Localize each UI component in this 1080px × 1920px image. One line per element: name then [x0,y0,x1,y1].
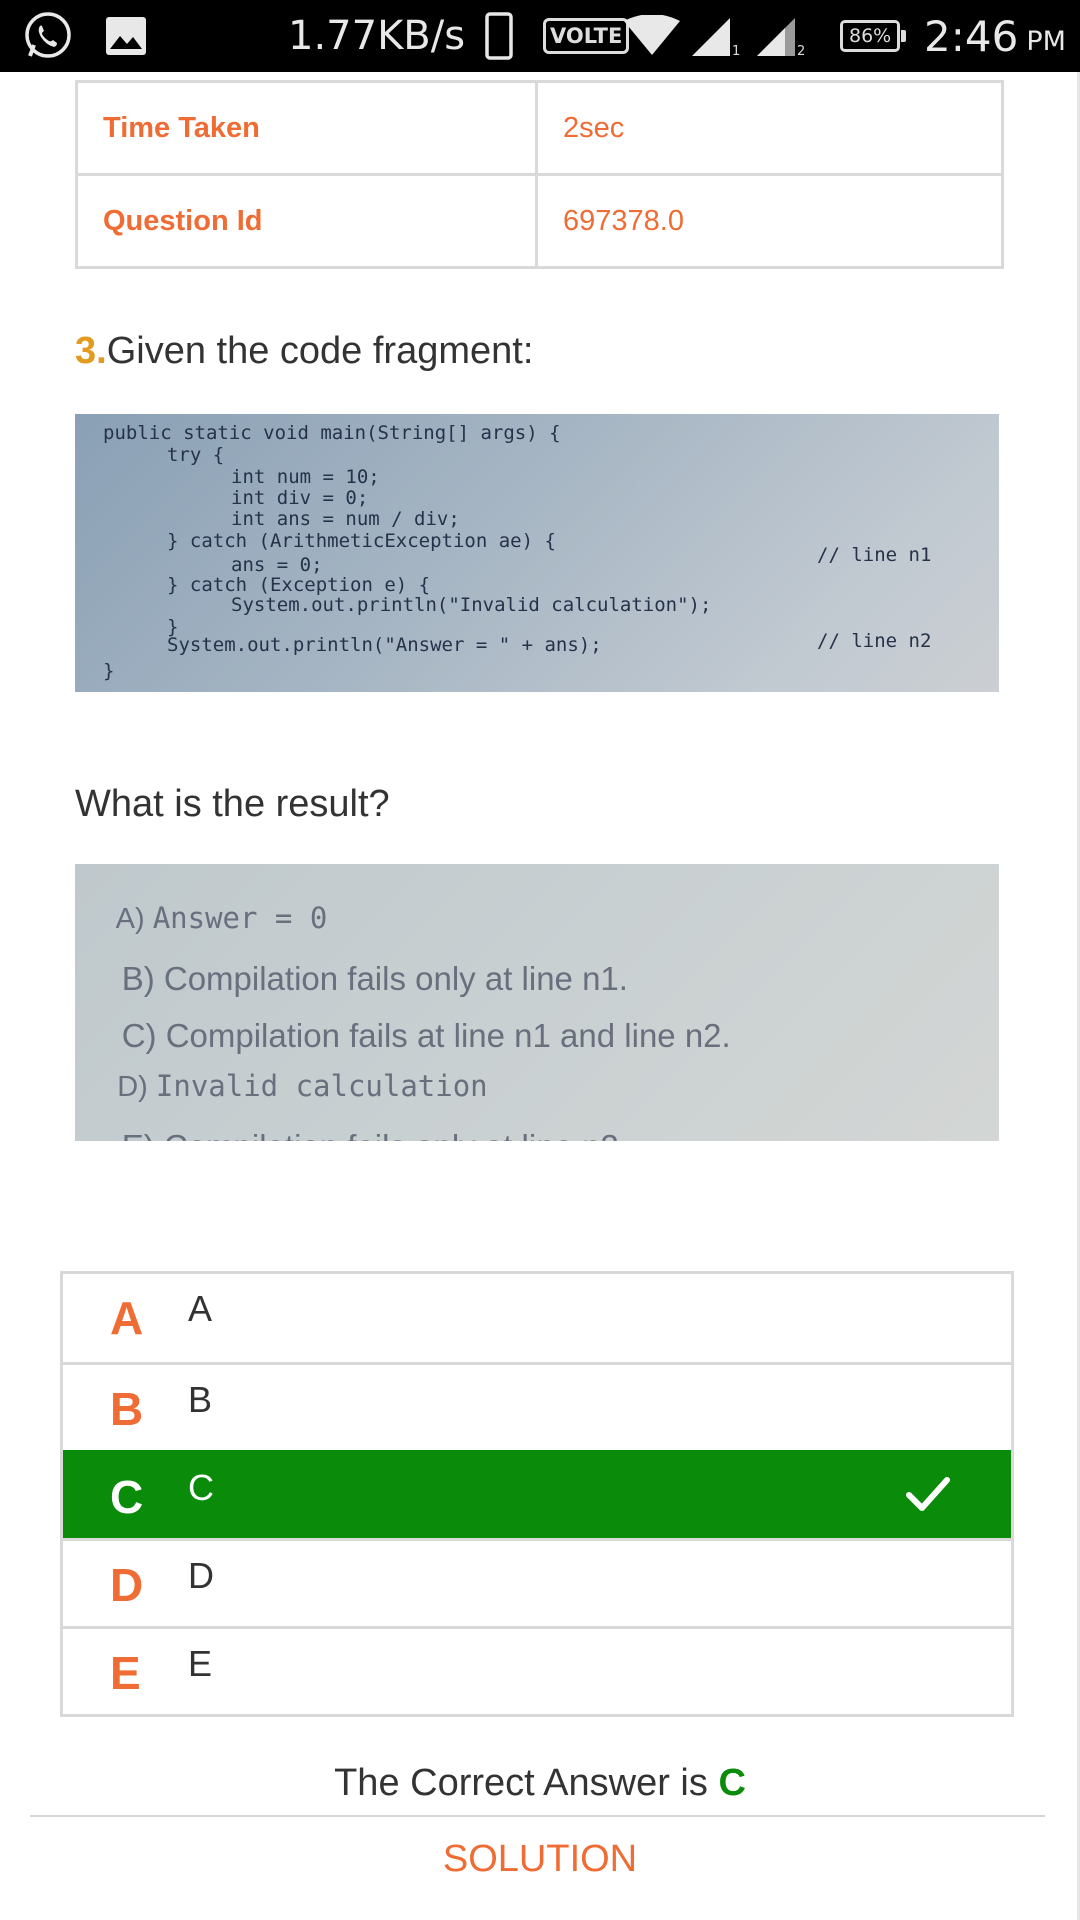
choice-e[interactable]: E E [63,1626,1011,1714]
code-line: int div = 0; [231,487,369,509]
signal-sim2-icon: 2 [755,0,805,72]
choice-letter: A [110,1292,144,1344]
whatsapp-icon [22,0,74,72]
code-line: ans = 0; [231,554,323,576]
info-value: 2sec [563,111,625,144]
question-info-table: Time Taken 2sec Question Id 697378.0 [75,80,1004,269]
network-speed: 1.77KB/s [288,13,466,59]
choice-text: A [188,1288,213,1329]
checkmark-icon [906,1477,950,1511]
solution-button[interactable]: SOLUTION [0,1838,1080,1881]
code-line: try { [167,444,225,466]
code-line: System.out.println("Answer = " + ans); [167,634,602,656]
battery-indicator: 86% [840,20,907,52]
code-line: } catch (Exception e) { [167,574,431,596]
clock: 2:46 PM [924,0,1066,72]
gallery-icon [105,0,147,72]
volte-badge: VOLTE [543,18,630,54]
table-row: Time Taken 2sec [78,80,1001,173]
status-bar: 1.77KB/s VOLTE 1 2 86% 2:46 PM [0,0,1080,72]
choice-letter: E [110,1647,141,1699]
choice-text: B [188,1379,213,1420]
question-title: 3.Given the code fragment: [75,330,533,373]
question-prompt: What is the result? [75,783,390,825]
divider [30,1815,1045,1817]
choice-text: C [188,1467,214,1508]
code-line: // line n1 [817,544,932,566]
choice-text: E [188,1643,213,1684]
signal-sim1-icon: 1 [690,0,740,72]
code-line: // line n2 [817,630,932,652]
code-line: int ans = num / div; [231,508,460,530]
choice-letter: C [110,1471,144,1523]
options-image: A) Answer = 0 B) Compilation fails only … [75,864,999,1141]
code-line: System.out.println("Invalid calculation"… [231,594,712,616]
code-line: public static void main(String[] args) { [103,422,561,444]
sim1-label: 1 [732,43,741,59]
choice-b[interactable]: B B [63,1362,1011,1450]
code-line: } catch (ArithmeticException ae) { [167,530,556,552]
answer-choices: A A B B C C D D E E [60,1271,1014,1717]
clock-ampm: PM [1026,25,1066,57]
info-label: Question Id [78,176,538,266]
wifi-icon [622,0,682,72]
choice-letter: D [110,1559,144,1611]
question-text: Given the code fragment: [106,330,534,372]
image-option-text: Compilation fails only at line n2. [164,1128,628,1141]
table-row: Question Id 697378.0 [78,173,1001,266]
correct-answer-letter: C [718,1762,746,1804]
phone-icon [485,0,513,72]
sim2-label: 2 [797,43,806,59]
image-option-letter: E) [122,1128,155,1141]
question-number: 3. [75,330,107,372]
clock-time: 2:46 [924,11,1019,61]
choice-d[interactable]: D D [63,1538,1011,1626]
info-value: 697378.0 [563,204,684,237]
choice-c[interactable]: C C [63,1450,1011,1538]
choice-text: D [188,1555,214,1596]
info-label: Time Taken [78,83,538,173]
code-fragment-image: public static void main(String[] args) {… [75,414,999,692]
choice-letter: B [110,1383,144,1435]
correct-answer-text: The Correct Answer is C [0,1762,1080,1805]
code-line: int num = 10; [231,466,380,488]
image-option: E) Compilation fails only at line n2. [85,1090,628,1141]
code-line: } [103,660,115,682]
correct-answer-prefix: The Correct Answer is [334,1762,708,1804]
choice-a[interactable]: A A [63,1274,1011,1362]
